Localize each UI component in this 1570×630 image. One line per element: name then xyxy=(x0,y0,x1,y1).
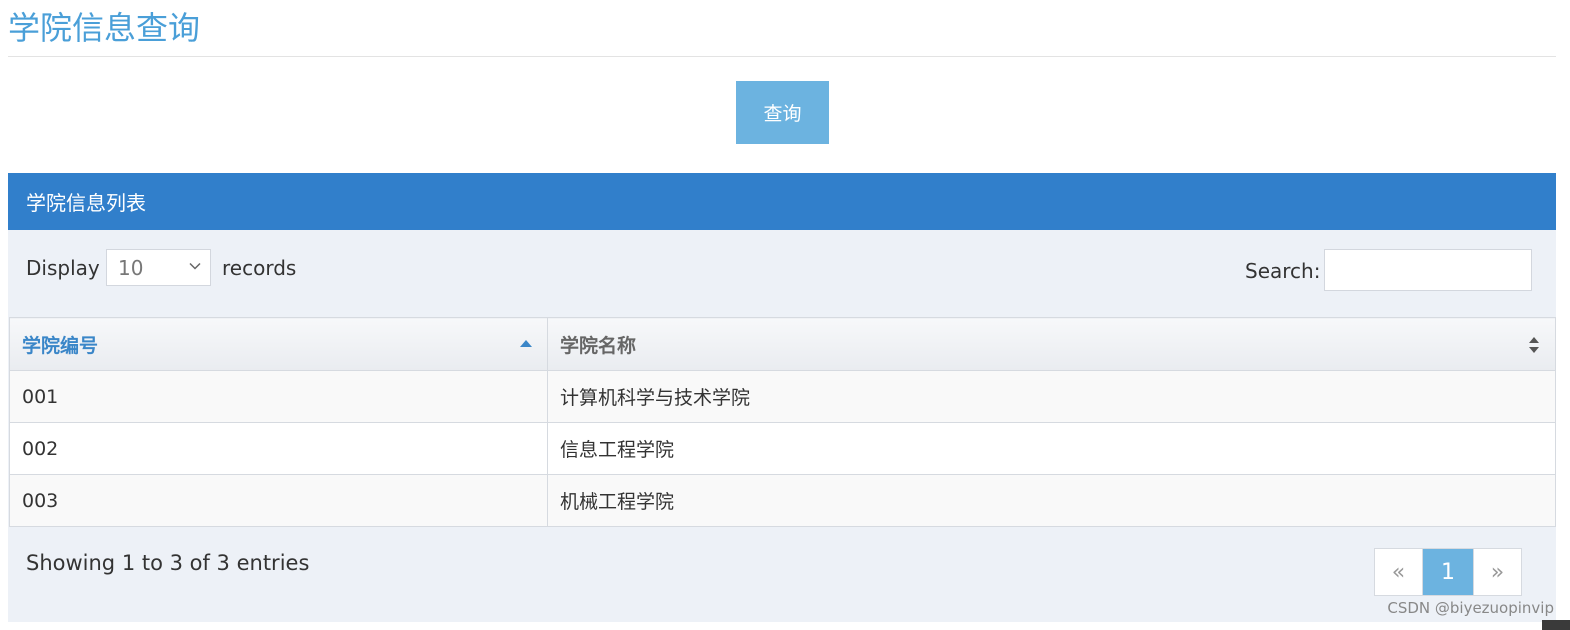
college-name-cell: 信息工程学院 xyxy=(547,422,1556,475)
college-id-cell: 002 xyxy=(9,422,548,475)
pagination: « 1 » xyxy=(1374,548,1522,596)
sort-ascending-icon xyxy=(520,340,532,347)
page-title: 学院信息查询 xyxy=(8,9,201,47)
corner-mark xyxy=(1542,620,1570,630)
college-name-cell: 机械工程学院 xyxy=(547,474,1556,527)
column-header-label: 学院编号 xyxy=(22,334,99,357)
college-name-cell: 计算机科学与技术学院 xyxy=(547,370,1556,423)
records-label: records xyxy=(222,256,297,280)
panel-heading: 学院信息列表 xyxy=(8,173,1556,230)
pagination-previous-button[interactable]: « xyxy=(1375,549,1423,595)
search-input[interactable] xyxy=(1324,249,1532,291)
records-per-page-value: 10 xyxy=(118,255,144,280)
watermark: CSDN @biyezuopinvip xyxy=(1387,599,1554,617)
search-label: Search: xyxy=(1245,259,1321,283)
records-per-page-select[interactable]: 10 xyxy=(106,249,211,286)
title-divider xyxy=(8,56,1556,57)
table-info: Showing 1 to 3 of 3 entries xyxy=(26,551,310,575)
college-list-panel: 学院信息列表 Display 10 records Search: 学院编号 学… xyxy=(8,173,1556,622)
sort-both-icon xyxy=(1529,337,1539,353)
college-id-cell: 003 xyxy=(9,474,548,527)
chevron-down-icon xyxy=(189,262,201,270)
column-header-college-name[interactable]: 学院名称 xyxy=(547,317,1556,371)
college-id-cell: 001 xyxy=(9,370,548,423)
pagination-page-1[interactable]: 1 xyxy=(1423,549,1473,595)
column-header-label: 学院名称 xyxy=(560,334,637,357)
table-row: 002 信息工程学院 xyxy=(9,422,1556,475)
table-row: 001 计算机科学与技术学院 xyxy=(9,370,1556,423)
display-label: Display xyxy=(26,256,100,280)
pagination-next-button[interactable]: » xyxy=(1473,549,1521,595)
table-row: 003 机械工程学院 xyxy=(9,474,1556,527)
column-header-college-id[interactable]: 学院编号 xyxy=(9,317,548,371)
college-table: 学院编号 学院名称 001 计算机科学与技术学院 002 信息工程学院 003 … xyxy=(9,317,1556,527)
query-button[interactable]: 查询 xyxy=(736,81,829,144)
